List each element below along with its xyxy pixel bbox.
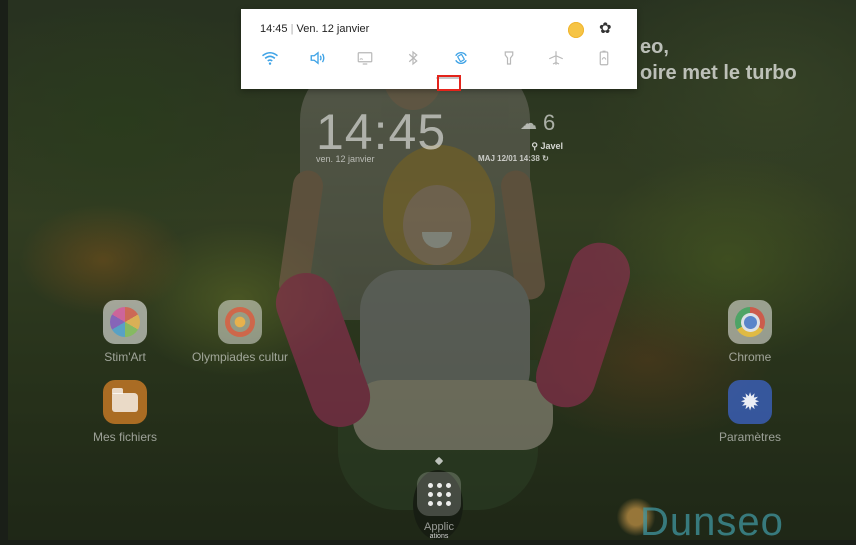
app-olympiades[interactable]: Olympiades cultur bbox=[190, 300, 290, 364]
brand-logo: Dunseo bbox=[640, 500, 784, 544]
weather-location: ⚲ Javel bbox=[531, 141, 563, 151]
wallpaper-text-line1: eo, bbox=[640, 36, 669, 58]
folder-icon bbox=[103, 380, 147, 424]
quick-panel-separator: | bbox=[290, 23, 294, 35]
quick-panel-date: Ven. 12 janvier bbox=[296, 23, 370, 35]
quick-panel-time: 14:45 bbox=[260, 23, 288, 35]
app-chrome[interactable]: Chrome bbox=[695, 300, 805, 364]
refresh-icon: ↻ bbox=[542, 154, 549, 163]
settings-gear-icon[interactable]: ✿ bbox=[599, 20, 612, 38]
auto-rotate-toggle-icon[interactable] bbox=[443, 47, 479, 69]
app-label: Chrome bbox=[728, 350, 772, 364]
wallpaper-text-line2: oire met le turbo bbox=[640, 62, 797, 84]
user-avatar-icon[interactable] bbox=[568, 22, 584, 38]
wifi-toggle-icon[interactable] bbox=[252, 47, 288, 69]
clock-date: ven. 12 janvier bbox=[316, 154, 375, 164]
app-label: Olympiades cultur bbox=[191, 350, 289, 364]
quick-panel-datetime: 14:45 | Ven. 12 janvier bbox=[260, 23, 369, 35]
chrome-icon bbox=[728, 300, 772, 344]
flashlight-toggle-icon[interactable] bbox=[491, 47, 527, 69]
apps-drawer-label: Applic bbox=[424, 522, 454, 533]
screen-mirroring-toggle-icon[interactable] bbox=[347, 47, 383, 69]
bluetooth-toggle-icon[interactable] bbox=[395, 47, 431, 69]
stimart-icon bbox=[103, 300, 147, 344]
weather-cloud-icon: ☁ bbox=[520, 114, 537, 133]
sound-toggle-icon[interactable] bbox=[300, 47, 336, 69]
apps-drawer-button[interactable]: Applic ations bbox=[384, 472, 494, 541]
airplane-mode-toggle-icon[interactable] bbox=[538, 47, 574, 69]
app-label: Mes fichiers bbox=[92, 430, 157, 444]
apps-grid-icon bbox=[417, 472, 461, 516]
app-settings[interactable]: ✹ Paramètres bbox=[695, 380, 805, 444]
clock-time[interactable]: 14:45 bbox=[316, 103, 446, 161]
app-label: Paramètres bbox=[718, 430, 782, 444]
gear-icon: ✹ bbox=[728, 380, 772, 424]
quick-toggles-row bbox=[252, 47, 622, 69]
olympiades-icon bbox=[218, 300, 262, 344]
weather-updated: MAJ 12/01 14:38 ↻ bbox=[478, 154, 549, 163]
app-label: Stim'Art bbox=[104, 350, 146, 364]
annotation-highlight-box bbox=[437, 75, 461, 91]
power-saving-toggle-icon[interactable] bbox=[586, 47, 622, 69]
app-files[interactable]: Mes fichiers bbox=[70, 380, 180, 444]
weather-temperature[interactable]: 6 bbox=[543, 110, 555, 136]
app-stimart[interactable]: Stim'Art bbox=[70, 300, 180, 364]
